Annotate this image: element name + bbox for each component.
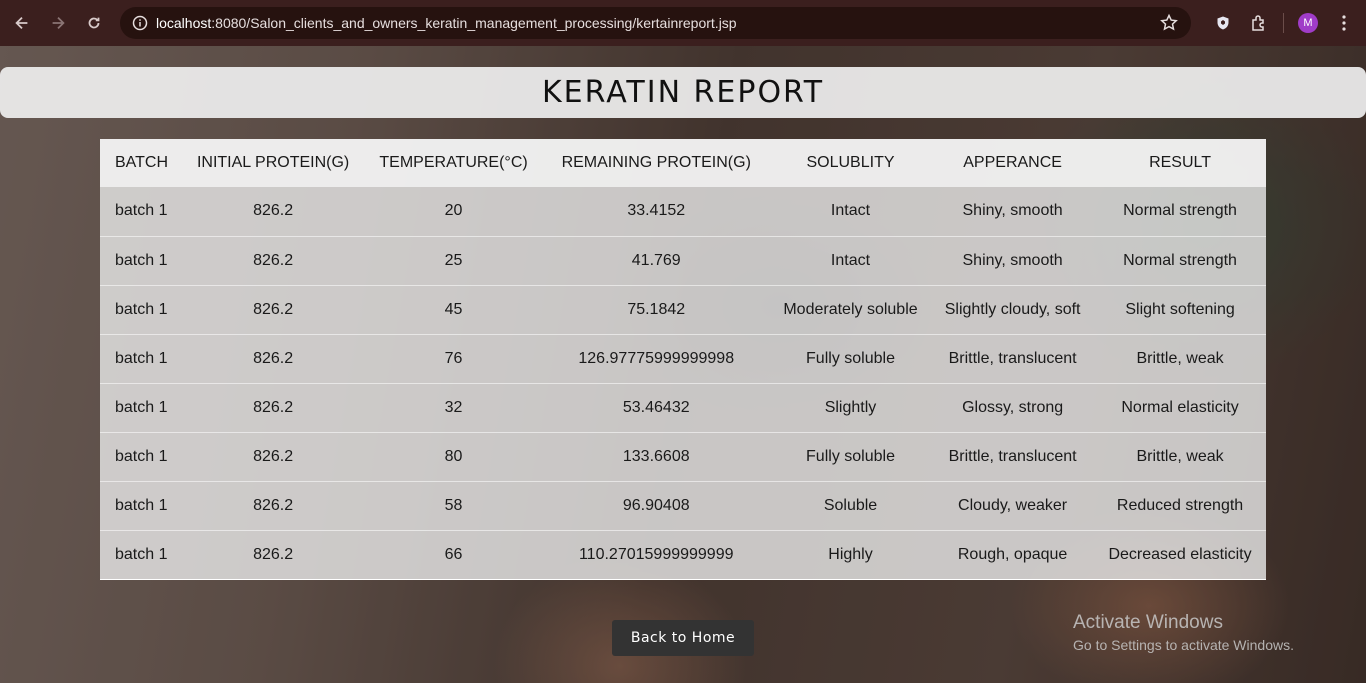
table-row: batch 1 826.2 66 110.27015999999999 High… <box>100 530 1266 579</box>
reload-icon[interactable] <box>76 5 112 41</box>
address-bar[interactable]: localhost:8080/Salon_clients_and_owners_… <box>120 7 1191 39</box>
cell-remaining-protein: 133.6608 <box>622 447 690 465</box>
url-text[interactable]: localhost:8080/Salon_clients_and_owners_… <box>156 15 737 31</box>
site-info-icon[interactable] <box>124 7 156 39</box>
cell-solubility: Fully soluble <box>806 447 895 465</box>
header-appearance: APPERANCE <box>963 154 1062 171</box>
cell-batch: batch 1 <box>115 300 168 318</box>
table-row: batch 1 826.2 80 133.6608 Fully soluble … <box>100 432 1266 481</box>
cell-batch: batch 1 <box>115 251 168 269</box>
header-result: RESULT <box>1149 154 1212 171</box>
page-title: KERATIN REPORT <box>541 75 825 110</box>
profile-avatar[interactable]: M <box>1290 5 1326 41</box>
cell-result: Normal elasticity <box>1121 398 1239 416</box>
extensions-puzzle-icon[interactable] <box>1241 5 1277 41</box>
cell-result: Slight softening <box>1125 300 1235 318</box>
cell-remaining-protein: 96.90408 <box>622 496 690 514</box>
table-row: batch 1 826.2 25 41.769 Intact Shiny, sm… <box>100 236 1266 285</box>
cell-initial-protein: 826.2 <box>253 398 294 416</box>
cell-result: Brittle, weak <box>1136 447 1224 465</box>
cell-solubility: Soluble <box>823 496 878 514</box>
cell-remaining-protein: 126.97775999999998 <box>578 349 735 367</box>
cell-batch: batch 1 <box>115 349 168 367</box>
cell-batch: batch 1 <box>115 447 168 465</box>
forward-arrow-icon[interactable] <box>40 5 76 41</box>
cell-appearance: Shiny, smooth <box>962 202 1063 220</box>
cell-result: Reduced strength <box>1116 496 1244 514</box>
page-header: KERATIN REPORT <box>0 67 1366 118</box>
table-header-row: BATCH INITIAL PROTEIN(G) TEMPERATURE(°C)… <box>100 139 1266 187</box>
cell-batch: batch 1 <box>115 398 168 416</box>
header-initial-protein: INITIAL PROTEIN(G) <box>196 154 350 171</box>
header-temperature: TEMPERATURE(°C) <box>379 154 528 171</box>
keratin-report-table: BATCH INITIAL PROTEIN(G) TEMPERATURE(°C)… <box>100 139 1266 580</box>
header-batch: BATCH <box>115 154 169 171</box>
cell-solubility: Intact <box>830 251 871 269</box>
cell-remaining-protein: 110.27015999999999 <box>578 545 734 563</box>
header-solubility: SOLUBLITY <box>806 154 895 171</box>
cell-appearance: Shiny, smooth <box>962 251 1063 269</box>
cell-temperature: 58 <box>444 496 463 514</box>
cell-result: Normal strength <box>1123 251 1237 269</box>
cell-remaining-protein: 53.46432 <box>622 398 690 416</box>
cell-temperature: 20 <box>444 202 463 220</box>
toolbar-separator <box>1283 13 1284 33</box>
cell-remaining-protein: 33.4152 <box>627 202 686 220</box>
cell-appearance: Cloudy, weaker <box>958 496 1068 514</box>
windows-activation-watermark: Activate Windows Go to Settings to activ… <box>1073 612 1294 653</box>
menu-kebab-icon[interactable] <box>1326 5 1362 41</box>
cell-appearance: Glossy, strong <box>962 398 1064 416</box>
browser-toolbar: localhost:8080/Salon_clients_and_owners_… <box>0 0 1366 46</box>
cell-solubility: Slightly <box>824 398 877 416</box>
cell-remaining-protein: 41.769 <box>631 251 681 269</box>
cell-appearance: Brittle, translucent <box>948 349 1077 367</box>
table-row: batch 1 826.2 20 33.4152 Intact Shiny, s… <box>100 187 1266 236</box>
cell-temperature: 66 <box>444 545 463 563</box>
avatar[interactable]: M <box>1298 13 1318 33</box>
cell-appearance: Rough, opaque <box>957 545 1068 563</box>
watermark-subtitle: Go to Settings to activate Windows. <box>1073 637 1294 653</box>
cell-batch: batch 1 <box>115 202 168 220</box>
bookmark-star-icon[interactable] <box>1159 13 1179 33</box>
cell-initial-protein: 826.2 <box>253 251 294 269</box>
watermark-title: Activate Windows <box>1073 612 1223 633</box>
back-arrow-icon[interactable] <box>4 5 40 41</box>
cell-batch: batch 1 <box>115 545 168 563</box>
cell-temperature: 76 <box>444 349 463 367</box>
cell-result: Normal strength <box>1123 202 1237 220</box>
cell-temperature: 80 <box>444 447 463 465</box>
cell-temperature: 32 <box>444 398 463 416</box>
back-to-home-button[interactable]: Back to Home <box>612 620 754 656</box>
table-row: batch 1 826.2 76 126.97775999999998 Full… <box>100 334 1266 383</box>
cell-solubility: Intact <box>830 202 871 220</box>
table-row: batch 1 826.2 32 53.46432 Slightly Gloss… <box>100 383 1266 432</box>
table-bottom-border <box>100 579 1266 580</box>
cell-appearance: Slightly cloudy, soft <box>944 300 1081 318</box>
cell-appearance: Brittle, translucent <box>948 447 1077 465</box>
cell-temperature: 25 <box>444 251 463 269</box>
cell-remaining-protein: 75.1842 <box>627 300 686 318</box>
cell-initial-protein: 826.2 <box>253 545 294 563</box>
shield-extension-icon[interactable] <box>1205 5 1241 41</box>
cell-initial-protein: 826.2 <box>253 349 294 367</box>
cell-initial-protein: 826.2 <box>253 496 294 514</box>
table-row: batch 1 826.2 58 96.90408 Soluble Cloudy… <box>100 481 1266 530</box>
cell-result: Decreased elasticity <box>1108 545 1252 563</box>
cell-solubility: Moderately soluble <box>783 300 918 318</box>
cell-initial-protein: 826.2 <box>253 202 294 220</box>
cell-result: Brittle, weak <box>1136 349 1224 367</box>
cell-initial-protein: 826.2 <box>253 300 294 318</box>
table-row: batch 1 826.2 45 75.1842 Moderately solu… <box>100 285 1266 334</box>
cell-initial-protein: 826.2 <box>253 447 294 465</box>
header-remaining-protein: REMAINING PROTEIN(G) <box>561 154 751 171</box>
cell-solubility: Highly <box>828 545 873 563</box>
cell-temperature: 45 <box>444 300 463 318</box>
cell-solubility: Fully soluble <box>806 349 895 367</box>
cell-batch: batch 1 <box>115 496 168 514</box>
